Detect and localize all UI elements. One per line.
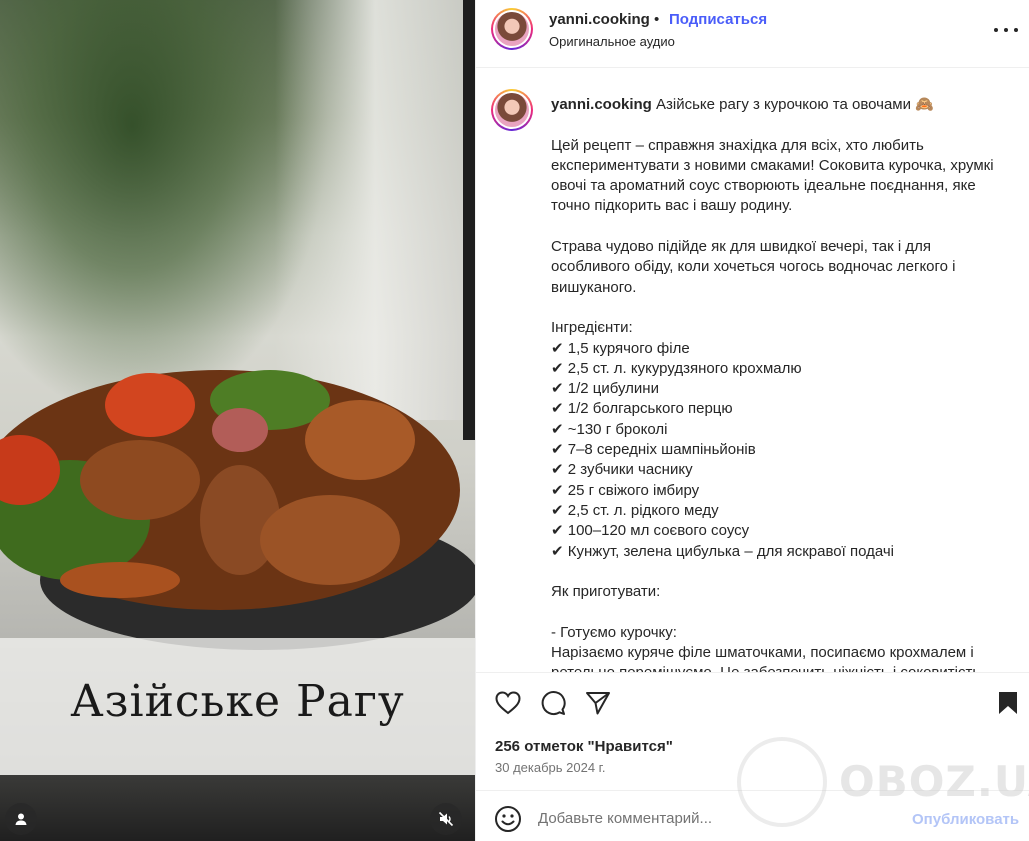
emoji-icon (495, 806, 521, 832)
media-overlay-title: Азійське Рагу (70, 676, 405, 727)
avatar-image (495, 12, 529, 46)
more-horizontal-icon (994, 28, 998, 32)
emoji-button[interactable] (494, 805, 522, 833)
save-button[interactable] (994, 689, 1022, 717)
avatar-ring (493, 91, 531, 129)
watermark: OBOZ.UA (737, 735, 1029, 830)
caption-author-avatar[interactable] (491, 89, 533, 131)
avatar-image (495, 93, 529, 127)
more-horizontal-icon (1004, 28, 1008, 32)
author-username[interactable]: yanni.cooking (549, 11, 650, 28)
dish-image (0, 370, 475, 650)
post-details-panel: yanni.cooking • Подписаться Оригинальное… (475, 0, 1029, 841)
globe-icon (737, 737, 827, 827)
post-header: yanni.cooking • Подписаться Оригинальное… (476, 0, 1029, 68)
tagged-users-button[interactable] (5, 803, 37, 835)
user-icon (15, 813, 27, 825)
send-icon (586, 692, 610, 715)
watermark-text: OBOZ.UA (839, 757, 1029, 806)
more-options-button[interactable] (994, 20, 1018, 40)
comment-icon (541, 691, 566, 715)
comment-button[interactable] (539, 689, 567, 717)
media-bottom-shade (0, 775, 475, 841)
mute-button[interactable] (430, 803, 462, 835)
header-separator: • (654, 11, 660, 28)
audio-link[interactable]: Оригинальное аудио (549, 34, 675, 49)
post-date[interactable]: 30 декабрь 2024 г. (495, 760, 605, 775)
caption-username[interactable]: yanni.cooking (551, 96, 652, 113)
heart-icon (495, 691, 521, 715)
share-button[interactable] (584, 689, 612, 717)
like-button[interactable] (494, 689, 522, 717)
bookmark-icon (999, 692, 1017, 714)
post-media[interactable]: Азійське Рагу (0, 0, 475, 841)
more-horizontal-icon (1014, 28, 1018, 32)
follow-button[interactable]: Подписаться (669, 11, 767, 28)
caption-text: Азійське рагу з курочкою та овочами 🙈 Це… (551, 96, 994, 672)
muted-speaker-icon (438, 811, 454, 827)
avatar-ring (493, 10, 531, 48)
likes-count[interactable]: 256 отметок "Нравится" (495, 738, 673, 755)
post-caption: yanni.cooking Азійське рагу з курочкою т… (551, 95, 1011, 672)
author-avatar[interactable] (491, 8, 533, 50)
caption-scroll-area[interactable]: yanni.cooking Азійське рагу з курочкою т… (476, 69, 1029, 672)
